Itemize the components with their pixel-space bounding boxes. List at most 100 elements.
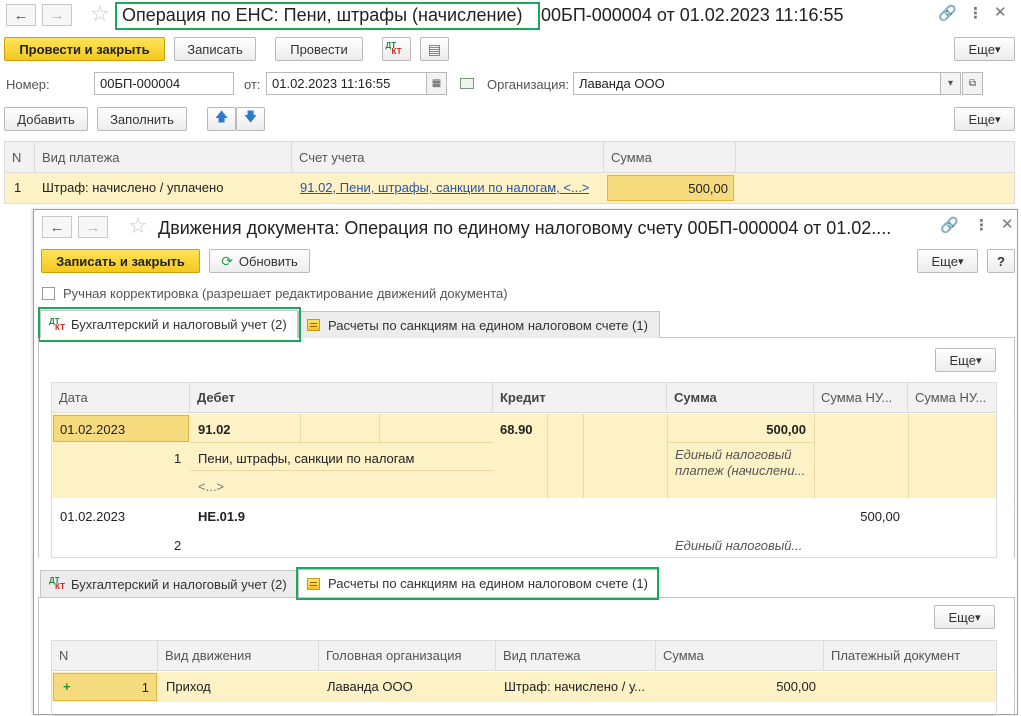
status-icon [460,78,474,89]
header-debit[interactable]: Дебет [190,383,493,412]
calendar-button[interactable]: ▦ [426,72,447,95]
row1-divider-a [190,442,493,443]
row1-divider-j [667,442,814,443]
arrow-left-icon: ← [49,218,65,236]
add-button[interactable]: Добавить [4,107,88,131]
link-icon[interactable]: 🔗 [940,218,959,234]
sanctions-table: N Вид движения Головная организация Вид … [51,640,997,716]
movements-more-button[interactable]: Еще [917,249,978,273]
row-sum-cell[interactable]: 500,00 [607,175,734,201]
row2-sum-nu: 500,00 [860,509,900,524]
sanctions-more-button[interactable]: Еще [934,605,995,629]
tab-accounting-bottom-label: Бухгалтерский и налоговый учет (2) [71,576,287,592]
header-n[interactable]: N [52,641,158,670]
row1-content-2: платеж (начислени... [675,463,806,478]
move-down-button[interactable]: 🡇 [236,107,265,131]
header-date[interactable]: Дата [52,383,190,412]
sanctions-row-movement: Приход [166,679,211,694]
refresh-icon: ⟳ [221,252,233,269]
fill-button[interactable]: Заполнить [97,107,187,131]
star-icon[interactable]: ☆ [128,215,148,237]
arrow-up-icon: 🡅 [214,109,229,124]
header-movement[interactable]: Вид движения [158,641,319,670]
header-sum[interactable]: Сумма [604,142,736,172]
header-credit[interactable]: Кредит [493,383,667,412]
back-button[interactable]: ← [6,4,36,26]
tab-sanctions-top[interactable]: Расчеты по санкциям на едином налоговом … [298,311,660,338]
row-account-link[interactable]: 91.02, Пени, штрафы, санкции по налогам,… [300,180,589,195]
close-icon[interactable]: ✕ [1001,217,1014,233]
header-sum-nu-2[interactable]: Сумма НУ... [908,383,996,412]
row1-content-1: Единый налоговый [675,447,792,462]
kebab-menu-icon[interactable]: ⋮ [974,218,989,234]
tab-sanctions-top-label: Расчеты по санкциям на едином налоговом … [328,317,648,333]
table-row[interactable]: 1 Штраф: начислено / уплачено 91.02, Пен… [5,173,1014,203]
save-and-close-button[interactable]: Записать и закрыть [41,249,200,273]
movements-back-button[interactable]: ← [42,216,72,238]
tab-accounting-bottom[interactable]: ДТ КТ Бухгалтерский и налоговый учет (2) [40,570,298,597]
accounting-more-button[interactable]: Еще [935,348,996,372]
header-payment-doc[interactable]: Платежный документ [824,641,996,670]
sanctions-row-n-cell[interactable]: + 1 [53,673,157,701]
chevron-down-icon: ▾ [947,78,954,89]
more-button[interactable]: Еще [954,37,1015,61]
row1-credit: 68.90 [500,422,533,437]
payments-table-header: N Вид платежа Счет учета Сумма [5,142,1014,173]
report-button[interactable]: ▤ [420,37,449,61]
calendar-icon: ▦ [431,78,442,89]
header-payment-type[interactable]: Вид платежа [496,641,656,670]
organization-field[interactable]: Лаванда ООО [573,72,941,95]
header-account[interactable]: Счет учета [292,142,604,172]
organization-dropdown-button[interactable]: ▾ [940,72,961,95]
arrow-left-icon: ← [13,6,29,24]
header-payment-type[interactable]: Вид платежа [35,142,292,172]
header-n[interactable]: N [5,142,35,172]
date-field[interactable]: 01.02.2023 11:16:55 [266,72,427,95]
refresh-label: Обновить [238,253,298,269]
post-and-close-button[interactable]: Провести и закрыть [4,37,165,61]
organization-open-button[interactable]: ⧉ [962,72,983,95]
main-title-highlight: Операция по ЕНС: Пени, штрафы (начислени… [122,5,523,25]
arrow-down-icon: 🡇 [243,109,258,124]
manual-correction-label: Ручная корректировка (разрешает редактир… [63,286,508,301]
payments-table: N Вид платежа Счет учета Сумма 1 Штраф: … [4,141,1015,204]
number-label: Номер: [6,77,50,92]
row2-debit: НЕ.01.9 [198,509,245,524]
refresh-button[interactable]: ⟳ Обновить [209,249,310,273]
sanctions-row-sum: 500,00 [776,679,816,694]
dt-kt-icon: ДТ КТ [385,41,402,56]
report-icon: ▤ [427,40,442,57]
row1-divider-e [547,414,548,498]
open-icon: ⧉ [968,78,977,89]
header-head-org[interactable]: Головная организация [319,641,496,670]
table-row[interactable]: 01.02.2023 2 НЕ.01.9 500,00 Единый налог… [52,498,996,557]
arrow-right-icon: → [49,6,65,24]
help-button[interactable]: ? [987,249,1015,273]
number-field[interactable]: 00БП-000004 [94,72,234,95]
header-sum[interactable]: Сумма [656,641,824,670]
manual-correction-checkbox[interactable] [42,287,55,300]
movements-window: ← → ☆ Движения документа: Операция по ед… [33,209,1018,716]
table-row[interactable]: + 1 Приход Лаванда ООО Штраф: начислено … [52,672,996,702]
row1-debit-sub2: <...> [198,479,225,494]
row1-divider-b [190,470,493,471]
save-button[interactable]: Записать [174,37,256,61]
star-icon[interactable]: ☆ [90,3,110,25]
dt-kt-button[interactable]: ДТ КТ [382,37,411,61]
close-icon[interactable]: ✕ [994,5,1007,21]
table-more-button[interactable]: Еще [954,107,1015,131]
accounting-tab-highlight [38,307,301,342]
movements-forward-button[interactable]: → [78,216,108,238]
row-payment-type[interactable]: Штраф: начислено / уплачено [42,180,223,195]
move-up-button[interactable]: 🡅 [207,107,236,131]
sanctions-row-n: 1 [141,680,149,695]
kebab-menu-icon[interactable]: ⋮ [968,6,983,22]
link-icon[interactable]: 🔗 [938,6,957,22]
header-sum-nu-1[interactable]: Сумма НУ... [814,383,908,412]
row-n: 1 [14,180,22,195]
header-sum[interactable]: Сумма [667,383,814,412]
row1-divider-h [814,414,815,498]
arrow-right-icon: → [85,218,101,236]
post-button[interactable]: Провести [275,37,363,61]
forward-button[interactable]: → [42,4,72,26]
